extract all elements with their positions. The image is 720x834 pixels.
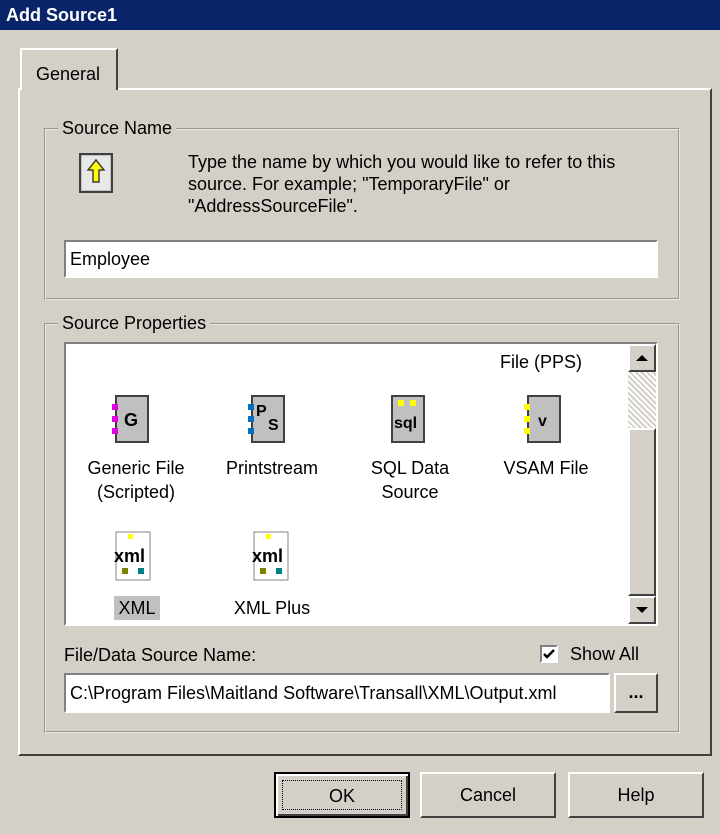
list-item-generic-file[interactable]: G: [110, 394, 156, 451]
source-name-group-label: Source Name: [58, 118, 177, 139]
help-button-label: Help: [617, 785, 655, 805]
list-item-vsam-file[interactable]: v: [522, 394, 568, 451]
printstream-icon: P S: [248, 395, 285, 443]
sql-data-source-icon: sql: [391, 395, 425, 443]
cancel-button-label: Cancel: [459, 785, 517, 805]
svg-text:v: v: [538, 413, 547, 430]
list-item-xml-label: XML: [114, 596, 160, 620]
list-item-xml-plus-label: XML Plus: [233, 598, 311, 618]
svg-text:G: G: [124, 410, 138, 430]
checkmark-icon: [543, 649, 555, 659]
arrow-up-icon: [636, 355, 648, 361]
xml-plus-icon: xml: [252, 531, 289, 581]
scroll-down-button[interactable]: [628, 596, 656, 624]
cancel-button[interactable]: Cancel: [420, 772, 556, 818]
browse-button[interactable]: ...: [614, 673, 658, 713]
file-data-source-label: File/Data Source Name:: [64, 645, 257, 665]
svg-text:P: P: [256, 403, 267, 420]
list-item-sql-label: SQL Data Source: [370, 458, 450, 502]
vsam-file-icon: v: [524, 395, 561, 443]
tab-general-label: General: [36, 64, 101, 84]
source-name-input[interactable]: Employee: [64, 240, 658, 278]
window-title: Add Source1: [0, 0, 720, 30]
help-button[interactable]: Help: [568, 772, 704, 818]
svg-text:sql: sql: [394, 415, 417, 432]
ok-button[interactable]: OK: [274, 772, 410, 818]
arrow-down-icon: [636, 607, 648, 613]
scroll-up-button[interactable]: [628, 344, 656, 372]
list-scrollbar[interactable]: [628, 344, 656, 624]
list-item-sql-data-source[interactable]: sql: [386, 394, 432, 451]
source-properties-group-label: Source Properties: [58, 313, 211, 334]
show-all-checkbox[interactable]: [540, 645, 558, 663]
source-name-value: Employee: [70, 249, 151, 269]
svg-text:S: S: [268, 417, 279, 434]
list-item-printstream[interactable]: P S: [246, 394, 292, 451]
browse-button-label: ...: [628, 682, 644, 702]
list-item-pps-label: File (PPS): [500, 352, 583, 372]
source-info-icon: [74, 150, 120, 201]
source-name-instructions: Type the name by which you would like to…: [188, 152, 616, 216]
list-item-vsam-label: VSAM File: [503, 458, 589, 478]
list-item-xml[interactable]: xml: [108, 530, 158, 589]
file-path-value: C:\Program Files\Maitland Software\Trans…: [70, 683, 557, 703]
svg-text:xml: xml: [252, 546, 283, 566]
scroll-thumb[interactable]: [628, 428, 656, 596]
tab-general[interactable]: General: [20, 48, 118, 90]
svg-text:xml: xml: [114, 546, 145, 566]
generic-file-icon: G: [112, 395, 149, 443]
file-path-input[interactable]: C:\Program Files\Maitland Software\Trans…: [64, 673, 610, 713]
show-all-label: Show All: [570, 644, 640, 664]
source-type-list[interactable]: File (PPS) G Generic File (Scripted) P S…: [64, 342, 658, 626]
ok-button-label: OK: [282, 780, 402, 810]
xml-icon: xml: [114, 531, 151, 581]
list-item-printstream-label: Printstream: [225, 458, 319, 478]
list-item-xml-plus[interactable]: xml: [246, 530, 296, 589]
list-item-generic-file-label: Generic File (Scripted): [87, 458, 185, 502]
scroll-track[interactable]: [628, 372, 656, 428]
